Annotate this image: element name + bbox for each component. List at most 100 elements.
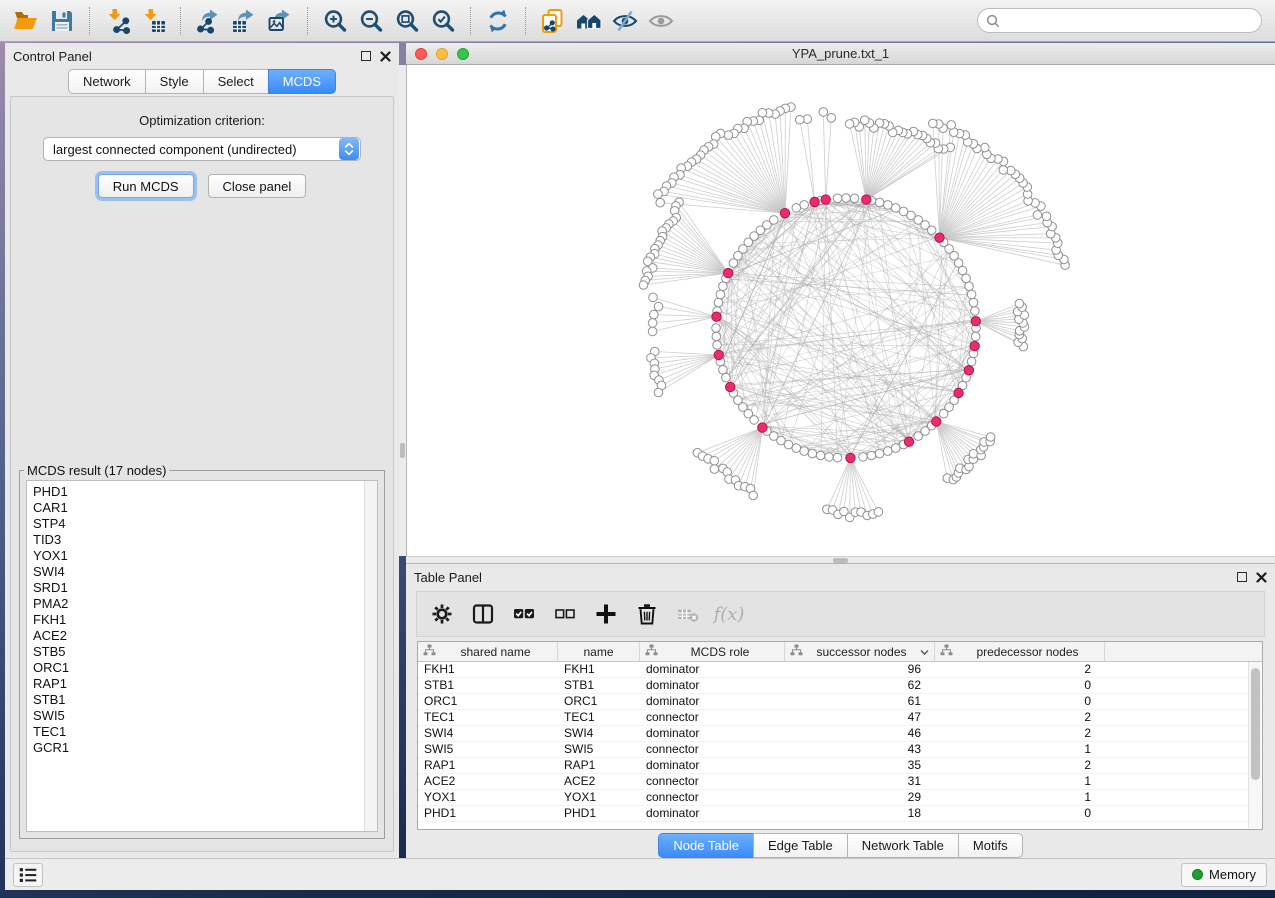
float-table-panel-icon[interactable] (1237, 572, 1247, 582)
delete-table-icon[interactable] (675, 601, 701, 627)
window-zoom-button[interactable] (457, 48, 469, 60)
tab-select[interactable]: Select (203, 69, 269, 94)
result-node[interactable]: SWI5 (33, 708, 364, 724)
add-column-icon[interactable] (593, 601, 619, 627)
tab-network-table[interactable]: Network Table (847, 833, 959, 858)
graph-node[interactable] (654, 302, 663, 311)
zoom-fit-icon[interactable] (389, 4, 425, 38)
graph-node[interactable] (648, 327, 657, 336)
table-row[interactable]: SWI5SWI5connector431 (418, 742, 1262, 758)
table-row[interactable]: STB1STB1dominator620 (418, 678, 1262, 694)
close-panel-icon[interactable] (380, 51, 391, 62)
graph-node[interactable] (808, 449, 817, 458)
result-node[interactable]: FKH1 (33, 612, 364, 628)
column-header-predecessor-nodes[interactable]: predecessor nodes (935, 642, 1105, 661)
graph-node[interactable] (899, 207, 908, 216)
graph-hub-node[interactable] (862, 195, 871, 204)
save-session-icon[interactable] (44, 4, 80, 38)
graph-node[interactable] (648, 319, 657, 328)
float-panel-icon[interactable] (361, 51, 371, 61)
graph-node[interactable] (850, 194, 859, 203)
graph-node[interactable] (845, 120, 854, 129)
result-node[interactable]: PHD1 (33, 484, 364, 500)
graph-hub-node[interactable] (726, 382, 735, 391)
result-node[interactable]: STB1 (33, 692, 364, 708)
result-node[interactable]: SWI4 (33, 564, 364, 580)
settings-icon[interactable] (429, 601, 455, 627)
table-row[interactable]: YOX1YOX1connector291 (418, 790, 1262, 806)
show-all-icon[interactable] (643, 4, 679, 38)
tab-mcds[interactable]: MCDS (268, 69, 336, 94)
network-vscrollbar[interactable] (399, 65, 406, 556)
graph-node[interactable] (981, 143, 990, 152)
close-table-panel-icon[interactable] (1256, 572, 1267, 583)
graph-hub-node[interactable] (821, 195, 830, 204)
graph-node[interactable] (1015, 299, 1024, 308)
mcds-result-scrollbar[interactable] (364, 481, 377, 831)
column-header-shared-name[interactable]: shared name (418, 642, 558, 661)
graph-node[interactable] (874, 508, 883, 517)
graph-hub-node[interactable] (932, 417, 941, 426)
graph-node[interactable] (967, 290, 976, 299)
table-row[interactable]: RAP1RAP1dominator352 (418, 758, 1262, 774)
import-table-icon[interactable] (135, 4, 171, 38)
sort-menu-icon[interactable] (920, 643, 929, 661)
graph-hub-node[interactable] (964, 366, 973, 375)
graph-node[interactable] (819, 108, 828, 117)
graph-node[interactable] (1033, 211, 1042, 220)
table-row[interactable]: PHD1PHD1dominator180 (418, 806, 1262, 822)
table-vscroll-thumb[interactable] (1251, 668, 1260, 780)
tab-network[interactable]: Network (68, 69, 146, 94)
graph-hub-node[interactable] (714, 350, 723, 359)
graph-node[interactable] (749, 491, 758, 500)
column-header-name[interactable]: name (558, 642, 640, 661)
graph-hub-node[interactable] (846, 453, 855, 462)
table-row[interactable]: ACE2ACE2connector311 (418, 774, 1262, 790)
graph-node[interactable] (654, 388, 663, 397)
graph-node[interactable] (1042, 212, 1051, 221)
network-hscrollbar[interactable] (406, 556, 1275, 563)
clone-network-icon[interactable] (535, 4, 571, 38)
table-row[interactable]: SWI4SWI4dominator462 (418, 726, 1262, 742)
criterion-select[interactable]: largest connected component (undirected) (43, 137, 361, 161)
graph-node[interactable] (710, 465, 719, 474)
refresh-layout-icon[interactable] (480, 4, 516, 38)
graph-node[interactable] (719, 282, 728, 291)
select-all-icon[interactable] (511, 601, 537, 627)
network-canvas[interactable] (406, 65, 1275, 556)
graph-node[interactable] (967, 357, 976, 366)
graph-hub-node[interactable] (724, 268, 733, 277)
column-header-successor-nodes[interactable]: successor nodes (785, 642, 935, 661)
result-node[interactable]: STP4 (33, 516, 364, 532)
graph-node[interactable] (891, 444, 900, 453)
graph-node[interactable] (719, 366, 728, 375)
graph-hub-node[interactable] (780, 209, 789, 218)
zoom-selected-icon[interactable] (425, 4, 461, 38)
graph-node[interactable] (750, 416, 759, 425)
mcds-result-list[interactable]: PHD1CAR1STP4TID3YOX1SWI4SRD1PMA2FKH1ACE2… (26, 480, 378, 832)
zoom-out-icon[interactable] (353, 4, 389, 38)
graph-node[interactable] (796, 115, 805, 124)
memory-button[interactable]: Memory (1181, 863, 1267, 887)
result-node[interactable]: GCR1 (33, 740, 364, 756)
graph-node[interactable] (639, 281, 648, 290)
delete-column-icon[interactable] (634, 601, 660, 627)
graph-node[interactable] (712, 324, 721, 333)
tab-style[interactable]: Style (145, 69, 204, 94)
zoom-in-icon[interactable] (317, 4, 353, 38)
graph-node[interactable] (792, 204, 801, 213)
graph-hub-node[interactable] (758, 423, 767, 432)
task-history-button[interactable] (13, 863, 43, 887)
graph-hub-node[interactable] (971, 317, 980, 326)
graph-hub-node[interactable] (810, 197, 819, 206)
graph-node[interactable] (891, 204, 900, 213)
graph-node[interactable] (971, 307, 980, 316)
result-node[interactable]: RAP1 (33, 676, 364, 692)
graph-node[interactable] (792, 444, 801, 453)
column-header-mcds-role[interactable]: MCDS role (640, 642, 785, 661)
result-node[interactable]: SRD1 (33, 580, 364, 596)
import-network-icon[interactable] (99, 4, 135, 38)
graph-node[interactable] (999, 166, 1008, 175)
deselect-all-icon[interactable] (552, 601, 578, 627)
show-columns-icon[interactable] (470, 601, 496, 627)
